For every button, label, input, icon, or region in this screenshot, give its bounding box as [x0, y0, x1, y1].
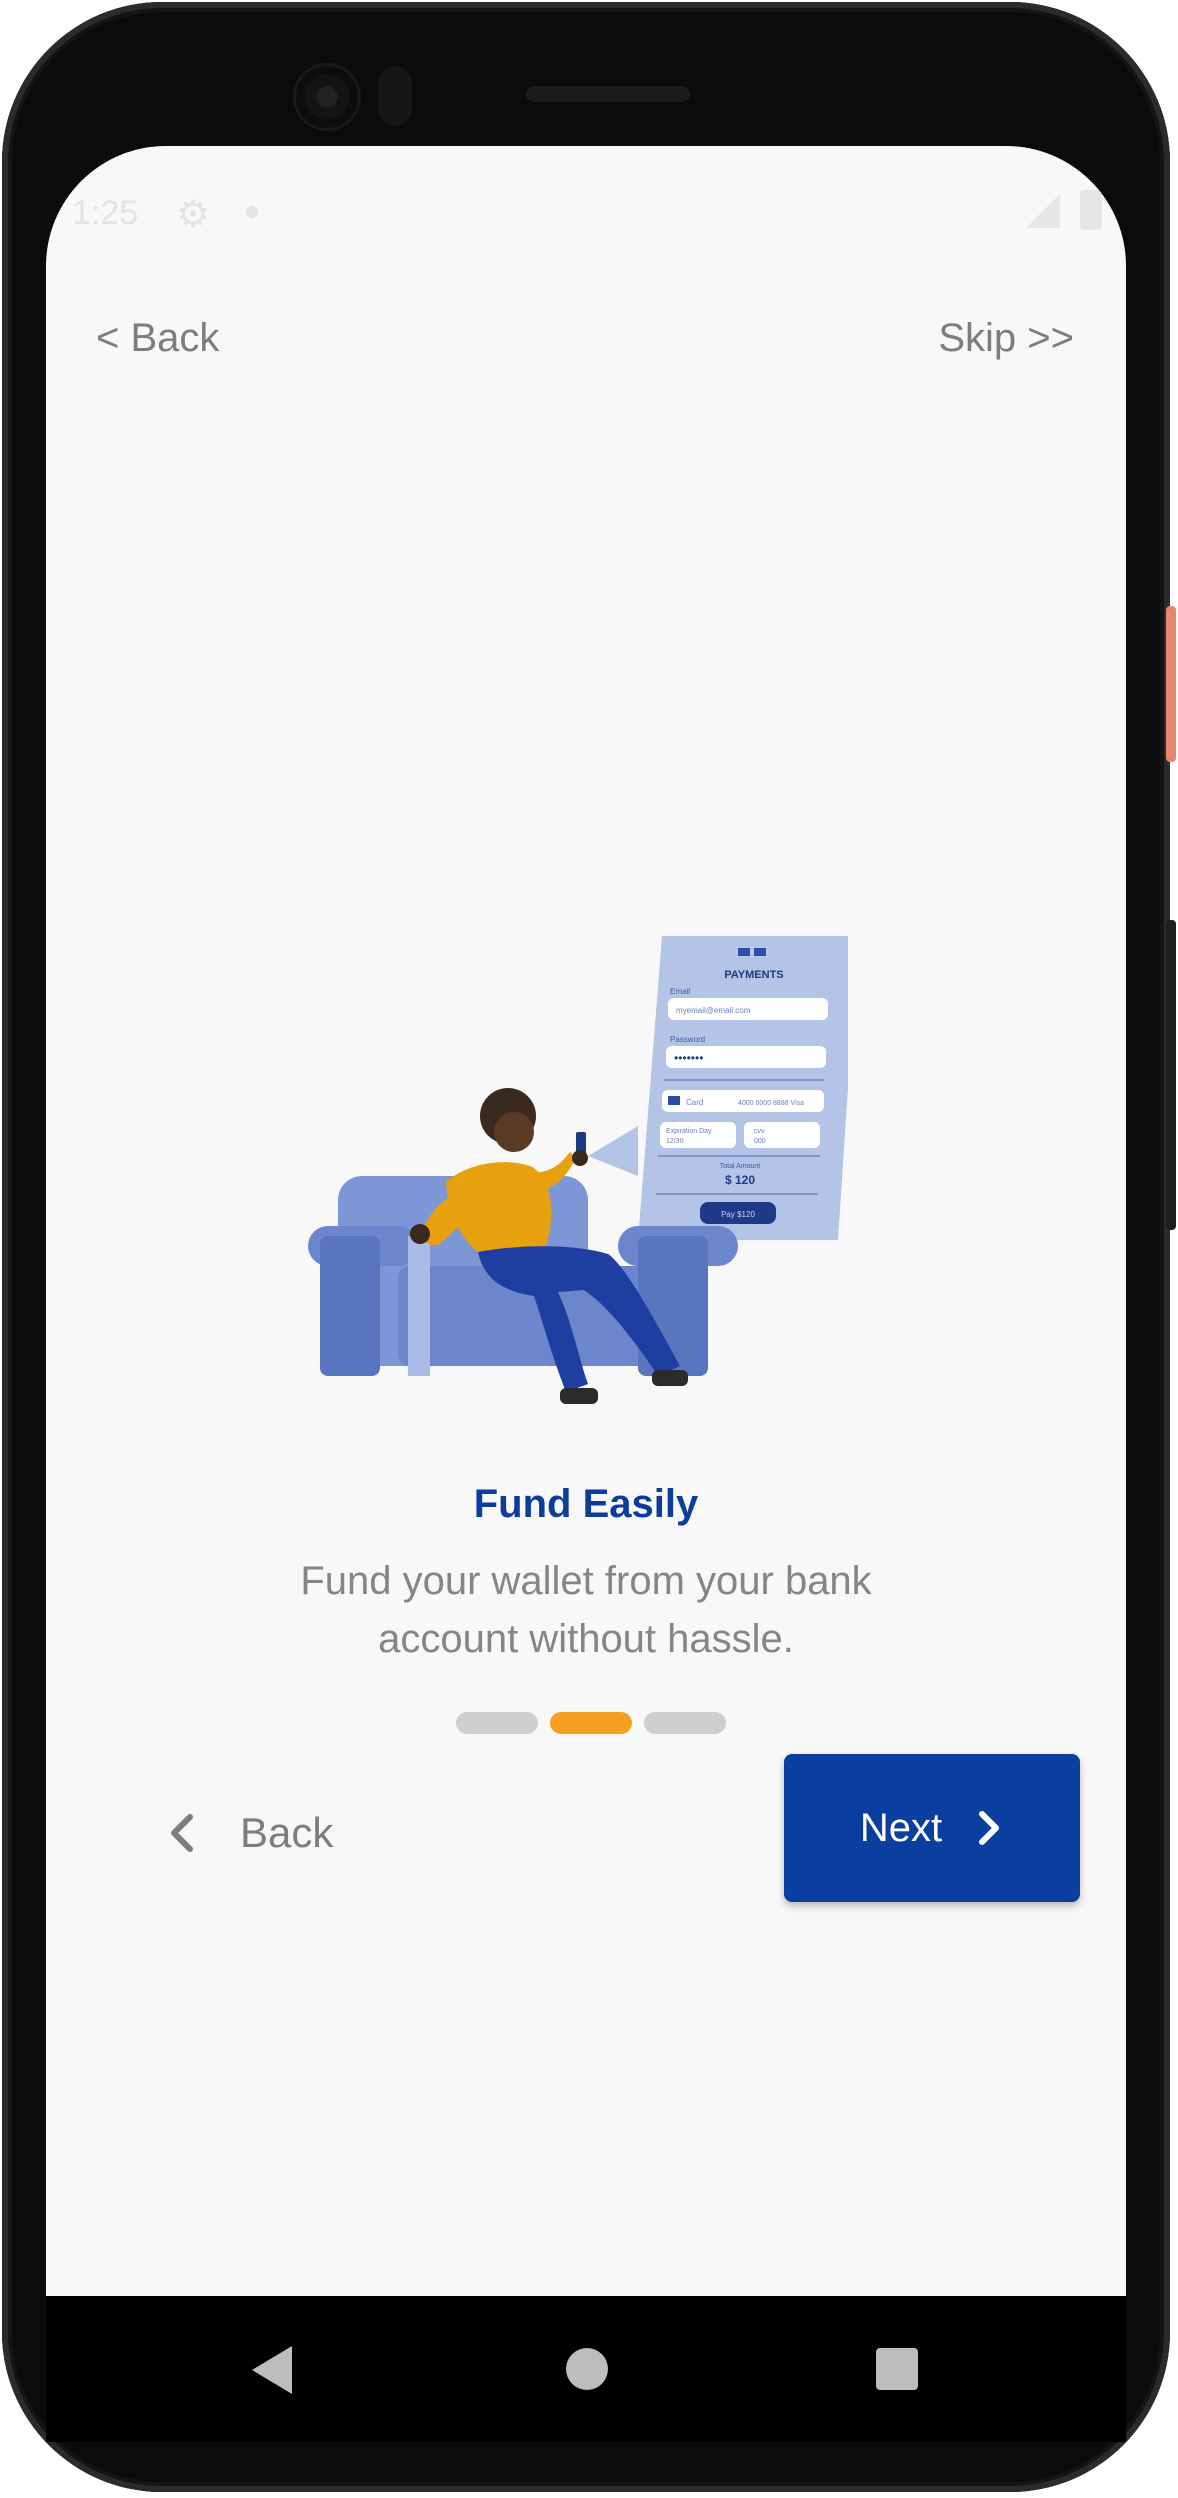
payment-cvv-value: 000: [754, 1138, 766, 1145]
payment-amount-value: $ 120: [725, 1173, 755, 1187]
payment-expiry-value: 12/30: [666, 1138, 684, 1145]
app-screen: 1:25 ⚙ < Back Skip >> PAYMENTS Email mye…: [46, 146, 1126, 2296]
chevron-right-icon: [979, 1811, 1000, 1845]
back-button[interactable]: Back: [164, 1788, 384, 1878]
onboarding-title: Fund Easily: [473, 1482, 699, 1526]
payment-pay-button: Pay $120: [721, 1210, 755, 1219]
onboarding-description: Fund your wallet from your bank account …: [300, 1559, 872, 1661]
proximity-sensor: [378, 66, 412, 126]
payment-email-value: myemail@email.com: [676, 1006, 751, 1015]
payment-card-title: PAYMENTS: [724, 969, 783, 981]
back-button-label: Back: [240, 1809, 334, 1856]
page-indicator-dot: [644, 1712, 726, 1734]
battery-icon: [1080, 190, 1102, 230]
nav-home-icon[interactable]: [566, 2348, 608, 2390]
payment-cvv-label: cvv: [754, 1128, 765, 1135]
settings-gear-icon: ⚙: [176, 194, 211, 236]
front-camera: [296, 66, 358, 128]
volume-button: [1166, 920, 1176, 1230]
next-button-label: Next: [859, 1805, 943, 1850]
status-time: 1:25: [72, 194, 139, 232]
notification-dot-icon: [246, 206, 258, 218]
payment-expiry-label: Expiration Day: [666, 1128, 712, 1135]
chevron-left-icon: [171, 1814, 193, 1852]
fund-easily-illustration: PAYMENTS Email myemail@email.com Passwor…: [308, 936, 848, 1404]
payment-form-card: PAYMENTS Email myemail@email.com Passwor…: [588, 936, 848, 1240]
payment-password-value: •••••••: [674, 1051, 703, 1065]
skip-link[interactable]: Skip >>: [938, 316, 1074, 361]
status-bar: 1:25 ⚙: [46, 146, 1126, 286]
payment-card-label: Card: [686, 1098, 703, 1107]
earpiece-speaker: [526, 86, 690, 102]
payment-card-number: 4000 0000 8888 Visa: [738, 1100, 804, 1107]
next-button[interactable]: Next: [784, 1754, 1080, 1902]
page-indicator-dot: [456, 1712, 538, 1734]
page-indicator-dot-active: [550, 1712, 632, 1734]
nav-recents-icon[interactable]: [876, 2348, 918, 2390]
payment-amount-label: Total Amount: [720, 1163, 761, 1170]
page-indicator: [456, 1712, 736, 1736]
top-back-link[interactable]: < Back: [96, 316, 219, 361]
signal-icon: [1026, 194, 1060, 228]
power-button: [1166, 606, 1176, 762]
payment-email-label: Email: [670, 987, 690, 996]
system-nav-bar: [46, 2296, 1126, 2442]
nav-back-icon[interactable]: [252, 2346, 292, 2394]
payment-password-label: Password: [670, 1035, 705, 1044]
